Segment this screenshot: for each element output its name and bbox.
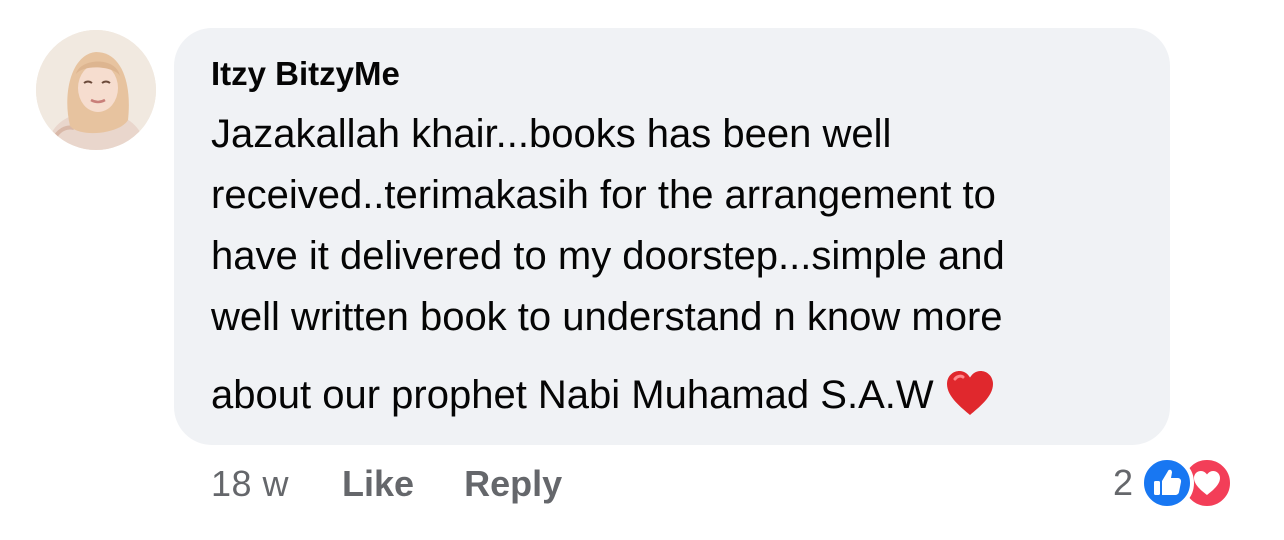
avatar-image [36, 30, 156, 150]
reply-button[interactable]: Reply [464, 463, 562, 505]
reaction-icons[interactable] [1139, 455, 1239, 511]
comment-text-line: about our prophet Nabi Muhamad S.A.W [211, 373, 934, 417]
comment: Itzy BitzyMe Jazakallah khair...books ha… [0, 0, 1284, 540]
heart-emoji-icon [944, 369, 996, 435]
reaction-summary[interactable]: 2 [1113, 455, 1239, 511]
comment-text: Jazakallah khair...books has been well r… [211, 104, 1140, 435]
comment-bubble: Itzy BitzyMe Jazakallah khair...books ha… [174, 28, 1170, 445]
comment-text-line-last: about our prophet Nabi Muhamad S.A.W [211, 365, 1140, 435]
author-name[interactable]: Itzy BitzyMe [211, 54, 400, 94]
comment-text-line: Jazakallah khair...books has been well [211, 112, 892, 156]
avatar[interactable] [36, 30, 156, 150]
comment-actions: 18 w Like Reply [211, 462, 562, 506]
comment-text-line: well written book to understand n know m… [211, 295, 1003, 339]
comment-text-line: received..terimakasih for the arrangemen… [211, 173, 996, 217]
like-button[interactable]: Like [342, 463, 414, 505]
comment-text-line: have it delivered to my doorstep...simpl… [211, 234, 1005, 278]
timestamp[interactable]: 18 w [211, 463, 289, 505]
reaction-count[interactable]: 2 [1113, 462, 1133, 504]
like-reaction-icon [1140, 456, 1195, 510]
